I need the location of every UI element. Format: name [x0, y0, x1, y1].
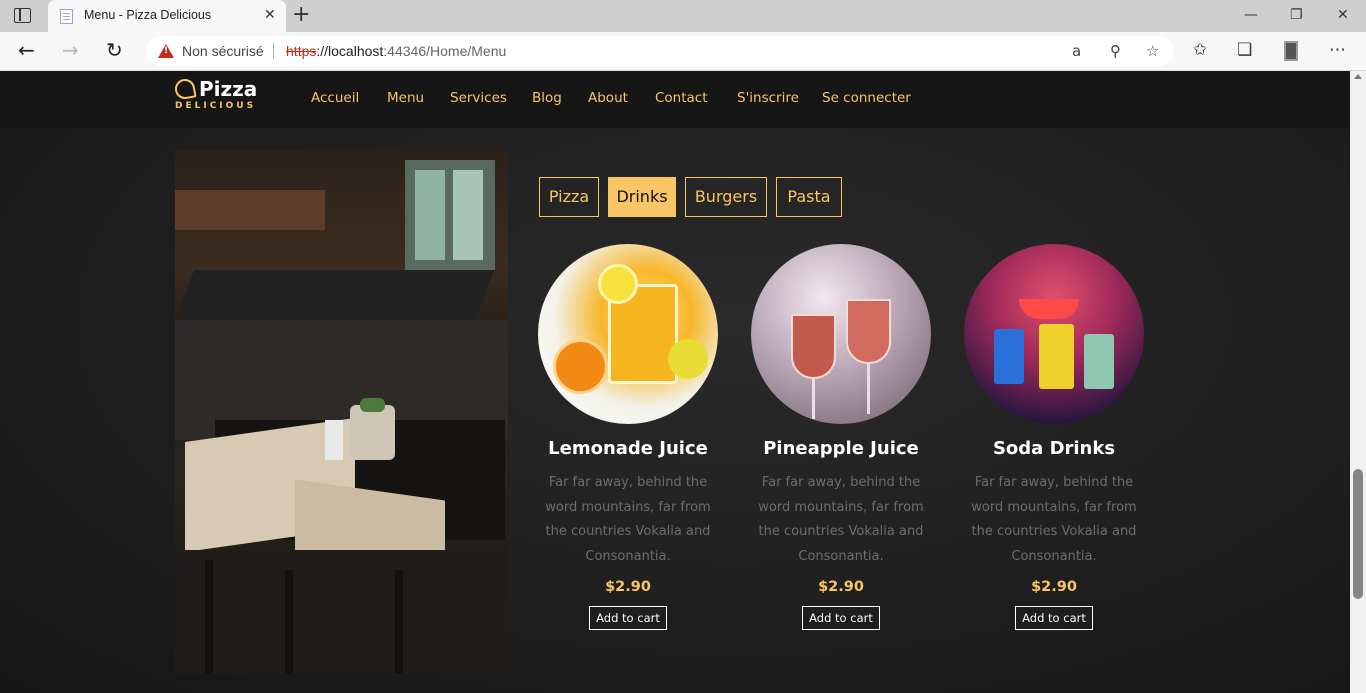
lemonade-juice-image — [538, 244, 718, 424]
url-scheme: https — [286, 43, 317, 59]
zoom-icon[interactable]: ⚲ — [1110, 42, 1121, 60]
tab-close-icon[interactable]: ✕ — [264, 7, 276, 23]
menu-item: Soda Drinks Far far away, behind the wor… — [954, 244, 1154, 630]
nav-blog[interactable]: Blog — [532, 90, 562, 106]
item-price: $2.90 — [818, 579, 864, 595]
menu-item: Lemonade Juice Far far away, behind the … — [528, 244, 728, 630]
tab-drinks[interactable]: Drinks — [608, 177, 676, 217]
pizza-slice-icon — [173, 77, 197, 101]
favorites-icon[interactable]: ✩ — [1193, 40, 1207, 60]
close-window-icon[interactable]: ✕ — [1337, 7, 1349, 23]
back-icon[interactable]: ← — [18, 39, 35, 61]
browser-tab[interactable]: Menu - Pizza Delicious ✕ — [48, 0, 286, 32]
browser-toolbar: ← → ↻ Non sécurisé https://localhost:443… — [0, 32, 1366, 71]
tab-title: Menu - Pizza Delicious — [84, 8, 212, 22]
new-tab-icon[interactable]: + — [292, 4, 310, 26]
minimize-icon[interactable]: — — [1244, 7, 1258, 23]
tab-burgers[interactable]: Burgers — [685, 177, 767, 217]
more-icon[interactable]: ⋯ — [1329, 40, 1346, 60]
nav-accueil[interactable]: Accueil — [311, 90, 359, 106]
site-navbar: Pizza DELICIOUS Accueil Menu Services Bl… — [0, 71, 1350, 128]
item-name: Pineapple Juice — [763, 438, 919, 459]
tab-pizza[interactable]: Pizza — [539, 177, 599, 217]
web-page: Pizza DELICIOUS Accueil Menu Services Bl… — [0, 71, 1350, 693]
not-secure-label[interactable]: Non sécurisé — [182, 43, 264, 59]
address-bar[interactable]: Non sécurisé https://localhost:44346/Hom… — [146, 36, 1174, 66]
tab-actions-icon[interactable] — [14, 8, 31, 23]
nav-menu[interactable]: Menu — [387, 90, 424, 106]
add-to-cart-button[interactable]: Add to cart — [1015, 606, 1093, 630]
nav-contact[interactable]: Contact — [655, 90, 708, 106]
item-description: Far far away, behind the word mountains,… — [971, 475, 1137, 564]
restaurant-photo — [175, 150, 508, 673]
profile-icon[interactable] — [1284, 41, 1298, 61]
menu-item: Pineapple Juice Far far away, behind the… — [741, 244, 941, 630]
collections-icon[interactable]: ❏ — [1237, 40, 1252, 60]
item-description: Far far away, behind the word mountains,… — [545, 475, 711, 564]
read-aloud-icon[interactable]: a — [1072, 42, 1081, 60]
add-to-cart-button[interactable]: Add to cart — [589, 606, 667, 630]
item-description: Far far away, behind the word mountains,… — [758, 475, 924, 564]
soda-drinks-image — [964, 244, 1144, 424]
item-price: $2.90 — [605, 579, 651, 595]
url-path: :44346/Home/Menu — [383, 43, 507, 59]
forward-icon[interactable]: → — [62, 39, 79, 61]
scroll-thumb[interactable] — [1353, 469, 1363, 599]
logo-name: Pizza — [199, 77, 258, 101]
nav-services[interactable]: Services — [450, 90, 507, 106]
browser-tab-bar: Menu - Pizza Delicious ✕ + — ❐ ✕ — [0, 0, 1366, 32]
pineapple-juice-image — [751, 244, 931, 424]
item-price: $2.90 — [1031, 579, 1077, 595]
url-text[interactable]: https://localhost:44346/Home/Menu — [286, 43, 506, 59]
add-favorite-icon[interactable]: ☆ — [1146, 42, 1159, 60]
logo-subtitle: DELICIOUS — [175, 101, 257, 111]
nav-about[interactable]: About — [588, 90, 628, 106]
item-name: Soda Drinks — [992, 438, 1116, 459]
url-host: ://localhost — [316, 43, 384, 59]
nav-sinscrire[interactable]: S'inscrire — [737, 90, 799, 106]
page-favicon-icon — [60, 9, 73, 24]
page-scrollbar[interactable] — [1350, 71, 1366, 693]
tab-pasta[interactable]: Pasta — [776, 177, 842, 217]
not-secure-icon[interactable] — [158, 44, 174, 58]
restore-icon[interactable]: ❐ — [1290, 7, 1303, 23]
address-divider — [273, 43, 274, 59]
scroll-up-icon[interactable] — [1354, 74, 1362, 79]
refresh-icon[interactable]: ↻ — [106, 39, 123, 61]
add-to-cart-button[interactable]: Add to cart — [802, 606, 880, 630]
item-name: Lemonade Juice — [548, 438, 708, 459]
nav-se-connecter[interactable]: Se connecter — [822, 90, 911, 106]
